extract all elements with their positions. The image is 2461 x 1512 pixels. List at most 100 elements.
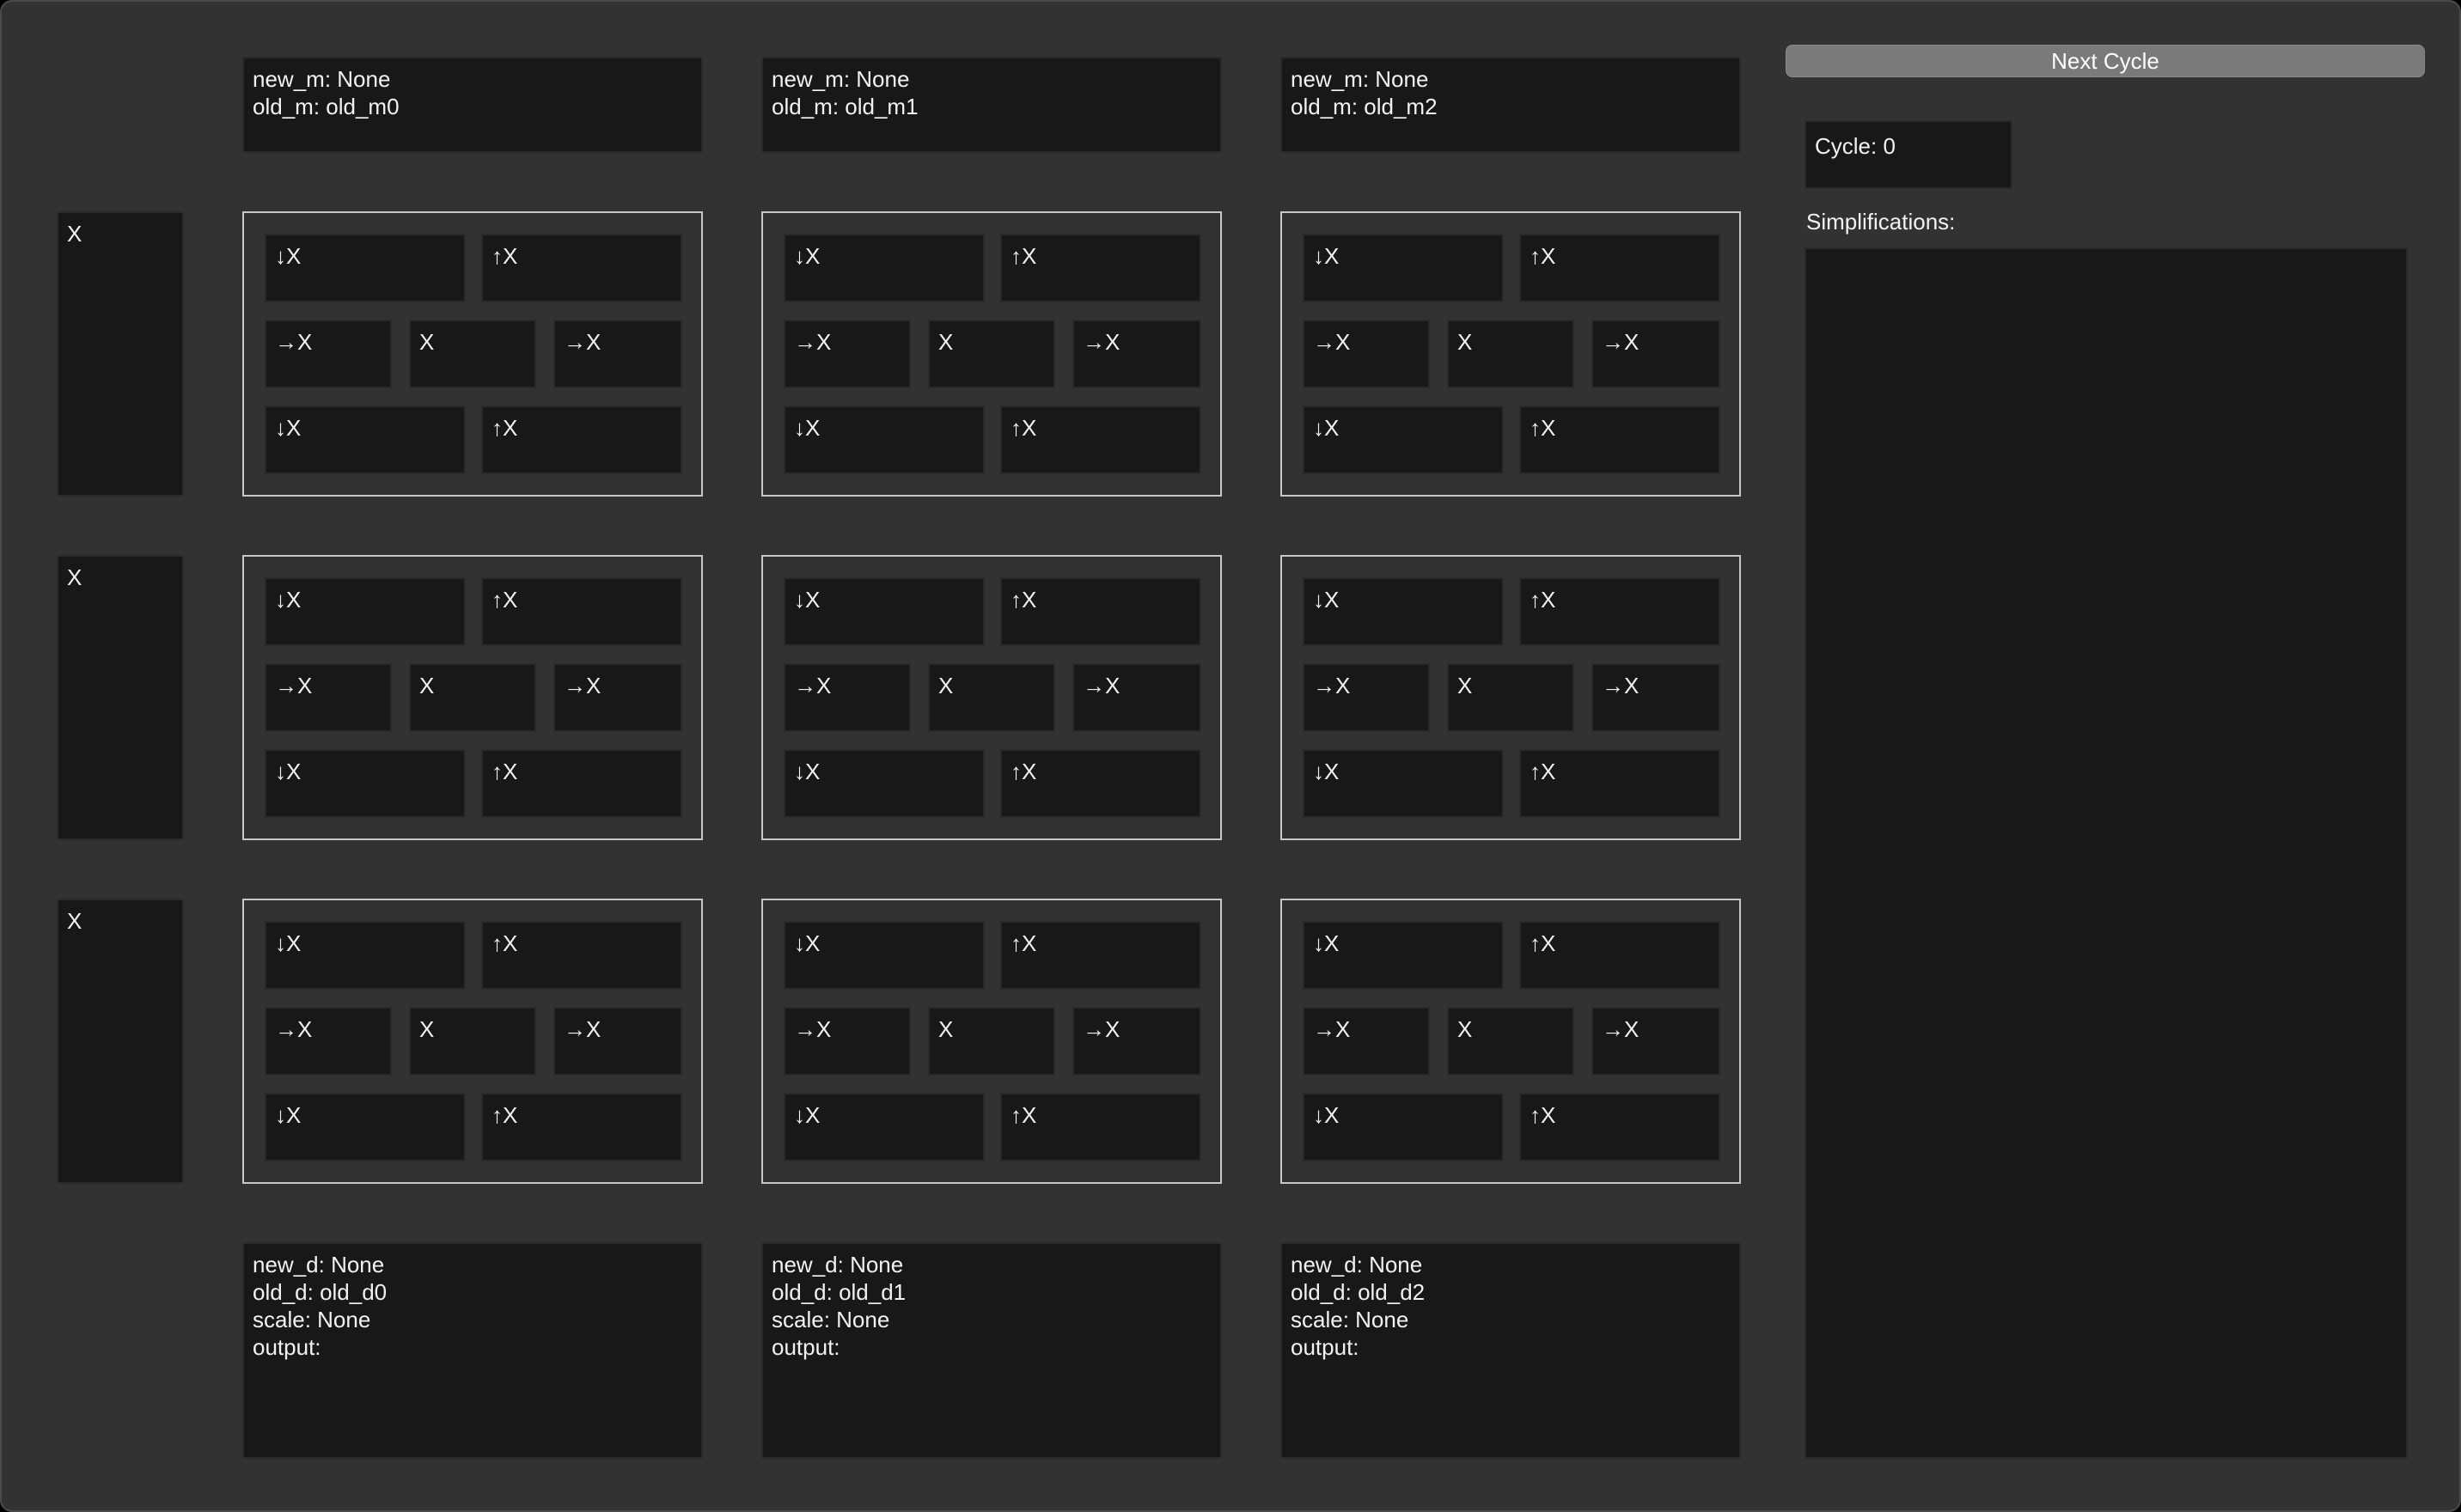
row-input-box: X bbox=[57, 899, 184, 1184]
bottom-register-box: new_d: None old_d: old_d2 scale: None outpu… bbox=[1280, 1242, 1741, 1459]
up-cell: ↑X bbox=[1519, 405, 1720, 474]
pe-block: ↓X ↑X →X X →X ↓X ↑X bbox=[242, 899, 703, 1184]
right-cell: →X bbox=[784, 1007, 911, 1076]
down-cell: ↓X bbox=[784, 1093, 985, 1161]
old-d-text: old_d: old_d1 bbox=[772, 1279, 907, 1305]
simplifications-area[interactable] bbox=[1805, 247, 2408, 1459]
right-cell: →X bbox=[553, 320, 682, 388]
center-cell: X bbox=[409, 1007, 536, 1076]
right-cell: →X bbox=[1072, 663, 1201, 732]
up-cell: ↑X bbox=[481, 749, 682, 818]
old-d-text: old_d: old_d2 bbox=[1291, 1279, 1426, 1305]
up-cell: ↑X bbox=[1519, 234, 1720, 302]
new-d-text: new_d: None bbox=[253, 1252, 385, 1277]
bottom-register-box: new_d: None old_d: old_d0 scale: None outpu… bbox=[242, 1242, 703, 1459]
center-cell: X bbox=[1447, 1007, 1574, 1076]
new-m-text: new_m: None bbox=[253, 66, 391, 92]
down-cell: ↓X bbox=[1303, 577, 1504, 646]
center-cell: X bbox=[928, 663, 1055, 732]
top-register-box: new_m: None old_m: old_m2 bbox=[1280, 57, 1741, 153]
down-cell: ↓X bbox=[1303, 234, 1504, 302]
up-cell: ↑X bbox=[1519, 1093, 1720, 1161]
up-cell: ↑X bbox=[481, 1093, 682, 1161]
down-cell: ↓X bbox=[1303, 1093, 1504, 1161]
output-text: output: bbox=[253, 1334, 321, 1360]
up-cell: ↑X bbox=[1000, 234, 1201, 302]
old-d-text: old_d: old_d0 bbox=[253, 1279, 388, 1305]
down-cell: ↓X bbox=[1303, 749, 1504, 818]
right-cell: →X bbox=[1591, 663, 1720, 732]
down-cell: ↓X bbox=[265, 921, 466, 990]
down-cell: ↓X bbox=[265, 405, 466, 474]
down-cell: ↓X bbox=[265, 1093, 466, 1161]
next-cycle-button[interactable]: Next Cycle bbox=[1786, 45, 2425, 77]
right-cell: →X bbox=[1303, 1007, 1430, 1076]
pe-block: ↓X ↑X →X X →X ↓X ↑X bbox=[1280, 211, 1741, 497]
row-input-box: X bbox=[57, 211, 184, 497]
up-cell: ↑X bbox=[1000, 921, 1201, 990]
down-cell: ↓X bbox=[1303, 405, 1504, 474]
output-text: output: bbox=[772, 1334, 840, 1360]
new-m-text: new_m: None bbox=[1291, 66, 1429, 92]
pe-block: ↓X ↑X →X X →X ↓X ↑X bbox=[761, 555, 1222, 840]
center-cell: X bbox=[409, 320, 536, 388]
right-cell: →X bbox=[1591, 1007, 1720, 1076]
up-cell: ↑X bbox=[1519, 577, 1720, 646]
simplifications-label: Simplifications: bbox=[1806, 209, 1956, 235]
old-m-text: old_m: old_m1 bbox=[772, 94, 919, 119]
up-cell: ↑X bbox=[481, 234, 682, 302]
pe-block: ↓X ↑X →X X →X ↓X ↑X bbox=[242, 555, 703, 840]
up-cell: ↑X bbox=[1000, 577, 1201, 646]
old-m-text: old_m: old_m0 bbox=[253, 94, 400, 119]
down-cell: ↓X bbox=[784, 234, 985, 302]
new-m-text: new_m: None bbox=[772, 66, 910, 92]
center-cell: X bbox=[409, 663, 536, 732]
center-cell: X bbox=[928, 320, 1055, 388]
output-text: output: bbox=[1291, 1334, 1359, 1360]
down-cell: ↓X bbox=[784, 921, 985, 990]
down-cell: ↓X bbox=[784, 405, 985, 474]
down-cell: ↓X bbox=[1303, 921, 1504, 990]
new-d-text: new_d: None bbox=[1291, 1252, 1423, 1277]
new-d-text: new_d: None bbox=[772, 1252, 904, 1277]
down-cell: ↓X bbox=[784, 749, 985, 818]
pe-block: ↓X ↑X →X X →X ↓X ↑X bbox=[761, 211, 1222, 497]
right-cell: →X bbox=[553, 663, 682, 732]
scale-text: scale: None bbox=[772, 1307, 890, 1332]
down-cell: ↓X bbox=[265, 749, 466, 818]
up-cell: ↑X bbox=[1519, 749, 1720, 818]
scale-text: scale: None bbox=[1291, 1307, 1409, 1332]
right-cell: →X bbox=[265, 320, 392, 388]
right-cell: →X bbox=[784, 320, 911, 388]
right-cell: →X bbox=[1591, 320, 1720, 388]
center-cell: X bbox=[928, 1007, 1055, 1076]
app-window: new_m: None old_m: old_m0 new_m: None old_m… bbox=[0, 0, 2461, 1512]
pe-block: ↓X ↑X →X X →X ↓X ↑X bbox=[761, 899, 1222, 1184]
up-cell: ↑X bbox=[481, 921, 682, 990]
right-cell: →X bbox=[784, 663, 911, 732]
up-cell: ↑X bbox=[481, 577, 682, 646]
bottom-register-box: new_d: None old_d: old_d1 scale: None outpu… bbox=[761, 1242, 1222, 1459]
up-cell: ↑X bbox=[1519, 921, 1720, 990]
center-cell: X bbox=[1447, 663, 1574, 732]
right-cell: →X bbox=[1072, 1007, 1201, 1076]
pe-block: ↓X ↑X →X X →X ↓X ↑X bbox=[242, 211, 703, 497]
up-cell: ↑X bbox=[1000, 749, 1201, 818]
up-cell: ↑X bbox=[1000, 405, 1201, 474]
scale-text: scale: None bbox=[253, 1307, 371, 1332]
right-cell: →X bbox=[1303, 663, 1430, 732]
row-input-box: X bbox=[57, 555, 184, 840]
pe-block: ↓X ↑X →X X →X ↓X ↑X bbox=[1280, 555, 1741, 840]
old-m-text: old_m: old_m2 bbox=[1291, 94, 1438, 119]
right-cell: →X bbox=[553, 1007, 682, 1076]
right-cell: →X bbox=[265, 1007, 392, 1076]
down-cell: ↓X bbox=[265, 577, 466, 646]
pe-block: ↓X ↑X →X X →X ↓X ↑X bbox=[1280, 899, 1741, 1184]
top-register-box: new_m: None old_m: old_m1 bbox=[761, 57, 1222, 153]
top-register-box: new_m: None old_m: old_m0 bbox=[242, 57, 703, 153]
right-cell: →X bbox=[1303, 320, 1430, 388]
center-cell: X bbox=[1447, 320, 1574, 388]
right-cell: →X bbox=[265, 663, 392, 732]
down-cell: ↓X bbox=[784, 577, 985, 646]
up-cell: ↑X bbox=[1000, 1093, 1201, 1161]
